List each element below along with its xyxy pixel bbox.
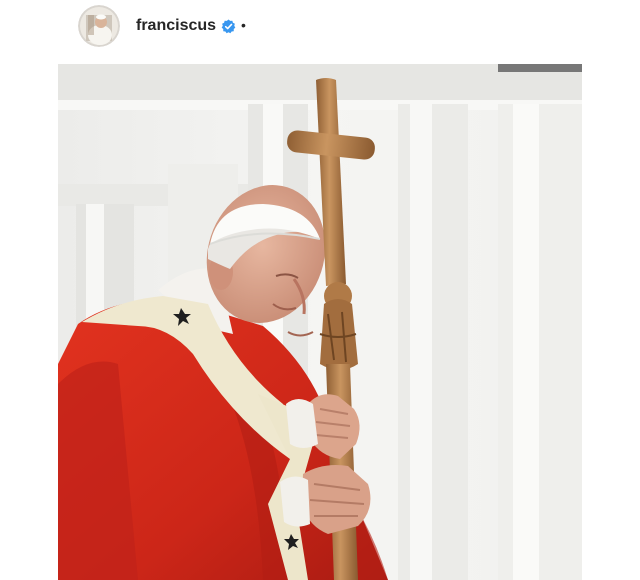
post-photo[interactable] xyxy=(58,64,582,580)
post-header: franciscus • xyxy=(0,0,640,56)
separator-dot: • xyxy=(241,17,246,33)
username-link[interactable]: franciscus xyxy=(136,16,216,36)
photo-pope-with-crosier-icon xyxy=(58,64,582,580)
verified-badge-icon xyxy=(221,19,236,34)
avatar[interactable] xyxy=(78,5,120,47)
profile-photo-icon xyxy=(78,5,120,47)
